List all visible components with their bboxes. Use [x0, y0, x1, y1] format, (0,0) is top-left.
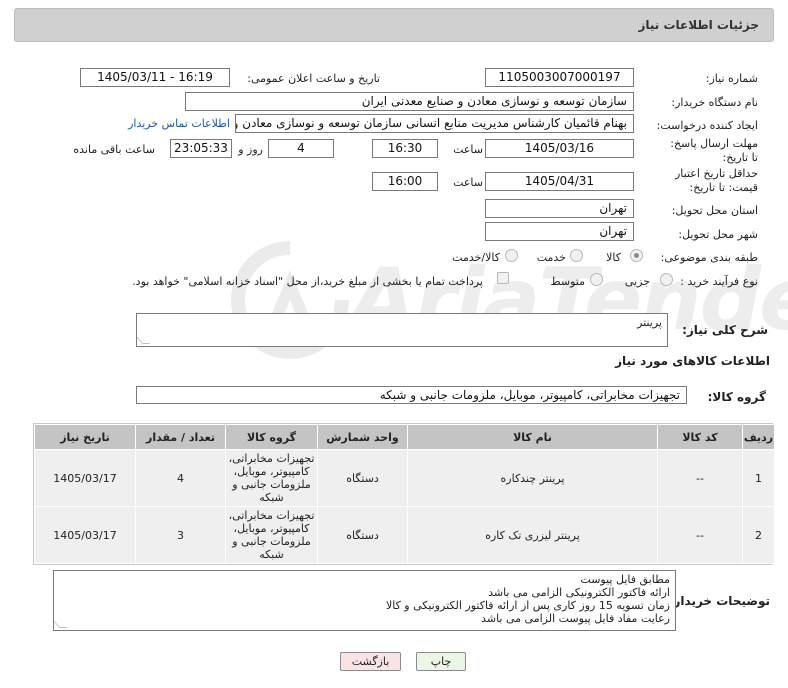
validity-label: حداقل تاریخ اعتبار قیمت: تا تاریخ:	[674, 167, 758, 194]
buyer-notes-label: توضیحات خریدار:	[668, 594, 770, 608]
col-code: کد کالا	[657, 424, 743, 450]
description-label: شرح کلی نیاز:	[682, 323, 768, 337]
cell-name: پرینتر چندکاره	[407, 449, 658, 507]
resize-handle-icon[interactable]	[137, 336, 151, 344]
cell-group: تجهیزات مخابراتی، کامپیوتر، موبایل، ملزو…	[225, 506, 318, 564]
cell-group: تجهیزات مخابراتی، کامپیوتر، موبایل، ملزو…	[225, 449, 318, 507]
cell-unit: دستگاه	[317, 506, 408, 564]
buyer-note-line: ارائه فاکتور الکترونیکی الزامی می باشد	[488, 586, 670, 599]
category-both-radio[interactable]	[505, 249, 518, 262]
announce-field[interactable]: 1405/03/11 - 16:19	[80, 68, 230, 87]
col-row: ردیف	[742, 424, 775, 450]
province-field[interactable]: تهران	[485, 199, 634, 218]
col-name: نام کالا	[407, 424, 658, 450]
cell-code: --	[657, 449, 743, 507]
cell-row: 2	[742, 506, 775, 564]
page-header: جزئیات اطلاعات نیاز	[14, 8, 774, 42]
col-unit: واحد شمارش	[317, 424, 408, 450]
city-label: شهر محل تحویل:	[678, 228, 758, 241]
category-label: طبقه بندی موضوعی:	[660, 251, 758, 264]
buyer-note-line: زمان تسویه 15 روز کاری پس از ارائه فاکتو…	[385, 599, 670, 612]
buyer-org-label: نام دستگاه خریدار:	[671, 96, 758, 109]
cell-code: --	[657, 506, 743, 564]
remaining-time-field[interactable]: 23:05:33	[170, 139, 232, 158]
process-minor-label: جزیی	[624, 275, 650, 288]
validity-time-field[interactable]: 16:00	[372, 172, 438, 191]
creator-field[interactable]: بهنام قائمیان کارشناس مدیریت منابع انسان…	[235, 114, 634, 133]
goods-group-label: گروه کالا:	[707, 390, 766, 404]
goods-section-title: اطلاعات کالاهای مورد نیاز	[615, 354, 770, 368]
col-qty: تعداد / مقدار	[135, 424, 226, 450]
process-medium-label: متوسط	[550, 275, 585, 288]
validity-date-field[interactable]: 1405/04/31	[485, 172, 634, 191]
announce-label: تاریخ و ساعت اعلان عمومی:	[247, 72, 380, 85]
category-goods-radio[interactable]	[630, 249, 643, 262]
remaining-label: ساعت باقی مانده	[73, 143, 155, 156]
col-group: گروه کالا	[225, 424, 318, 450]
description-text: پرینتر	[637, 316, 662, 329]
col-date: تاریخ نیاز	[34, 424, 136, 450]
buyer-notes-textarea[interactable]: مطابق فایل پیوست ارائه فاکتور الکترونیکی…	[53, 570, 676, 631]
page-title: جزئیات اطلاعات نیاز	[638, 18, 759, 32]
back-button[interactable]: بازگشت	[340, 652, 401, 671]
category-service-radio[interactable]	[570, 249, 583, 262]
treasury-checkbox[interactable]	[497, 272, 509, 284]
creator-label: ایجاد کننده درخواست:	[656, 119, 758, 132]
city-field[interactable]: تهران	[485, 222, 634, 241]
reply-deadline-label: مهلت ارسال پاسخ: تا تاریخ:	[670, 137, 758, 164]
cell-date: 1405/03/17	[34, 506, 136, 564]
need-number-field[interactable]: 1105003007000197	[485, 68, 634, 87]
goods-group-field[interactable]: تجهیزات مخابراتی، کامپیوتر، موبایل، ملزو…	[136, 386, 687, 404]
contact-info-link[interactable]: اطلاعات تماس خریدار	[128, 117, 230, 130]
reply-date-field[interactable]: 1405/03/16	[485, 139, 634, 158]
cell-date: 1405/03/17	[34, 449, 136, 507]
process-minor-radio[interactable]	[660, 273, 673, 286]
province-label: استان محل تحویل:	[671, 204, 758, 217]
buyer-note-line: رعایت مفاد فایل پیوست الزامی می باشد	[481, 612, 670, 625]
category-service-label: خدمت	[536, 251, 566, 264]
print-button[interactable]: چاپ	[416, 652, 466, 671]
process-label: نوع فرآیند خرید :	[680, 275, 758, 288]
process-medium-radio[interactable]	[590, 273, 603, 286]
buyer-note-line: مطابق فایل پیوست	[580, 573, 670, 586]
days-label: روز و	[238, 143, 263, 156]
days-field[interactable]: 4	[268, 139, 334, 158]
need-number-label: شماره نیاز:	[705, 72, 758, 85]
cell-qty: 4	[135, 449, 226, 507]
table-row[interactable]: 2 -- پرینتر لیزری تک کاره دستگاه تجهیزات…	[34, 506, 775, 564]
table-row[interactable]: 1 -- پرینتر چندکاره دستگاه تجهیزات مخابر…	[34, 449, 775, 507]
buyer-org-field[interactable]: سازمان توسعه و نوسازی معادن و صنایع معدن…	[185, 92, 634, 111]
payment-note: پرداخت تمام یا بخشی از مبلغ خرید،از محل …	[132, 275, 483, 288]
cell-name: پرینتر لیزری تک کاره	[407, 506, 658, 564]
cell-row: 1	[742, 449, 775, 507]
description-textarea[interactable]: پرینتر	[136, 313, 668, 347]
category-both-label: کالا/خدمت	[452, 251, 500, 264]
cell-qty: 3	[135, 506, 226, 564]
reply-time-label: ساعت	[453, 143, 483, 156]
reply-time-field[interactable]: 16:30	[372, 139, 438, 158]
goods-table: ردیف کد کالا نام کالا واحد شمارش گروه کا…	[33, 423, 775, 565]
validity-time-label: ساعت	[453, 176, 483, 189]
cell-unit: دستگاه	[317, 449, 408, 507]
table-header-row: ردیف کد کالا نام کالا واحد شمارش گروه کا…	[34, 424, 775, 450]
category-goods-label: کالا	[606, 251, 621, 264]
